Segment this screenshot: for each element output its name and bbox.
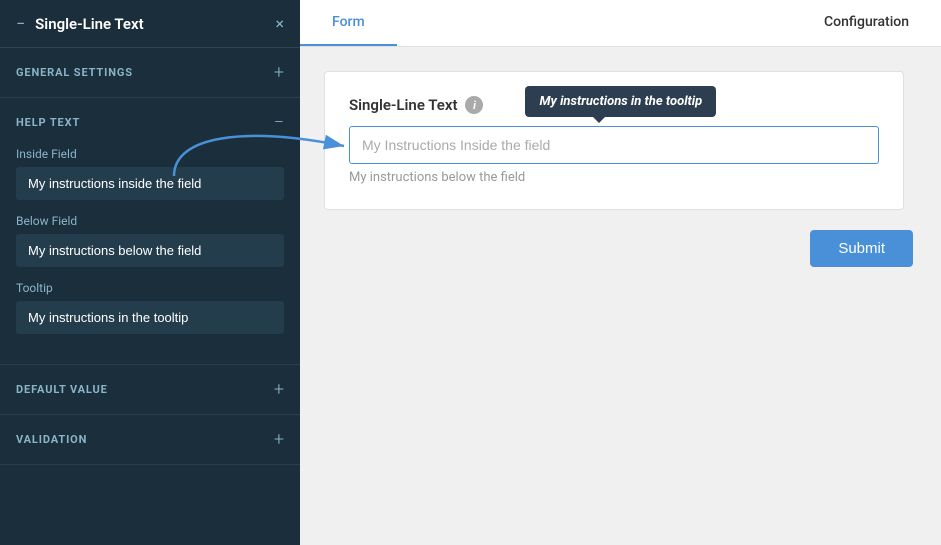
general-settings-section[interactable]: General Settings + bbox=[0, 48, 300, 98]
collapse-icon[interactable]: − bbox=[16, 14, 25, 33]
tooltip-input[interactable] bbox=[16, 301, 284, 334]
tooltip-popup: My instructions in the tooltip bbox=[525, 86, 716, 117]
info-icon[interactable]: i My instructions in the tooltip bbox=[465, 96, 483, 114]
main-content: Form Configuration Single-Line Text i My… bbox=[300, 0, 941, 545]
arrow-svg bbox=[164, 116, 364, 186]
sidebar-header-left: − Single-Line Text bbox=[16, 14, 144, 33]
close-icon[interactable]: × bbox=[275, 14, 284, 33]
sidebar-title: Single-Line Text bbox=[35, 15, 143, 33]
field-title: Single-Line Text bbox=[349, 96, 457, 114]
default-value-section[interactable]: Default Value + bbox=[0, 365, 300, 415]
tooltip-group: Tooltip bbox=[16, 281, 284, 334]
tab-configuration[interactable]: Configuration bbox=[792, 0, 941, 46]
sidebar: − Single-Line Text × General Settings + … bbox=[0, 0, 300, 545]
validation-toggle[interactable]: + bbox=[274, 429, 284, 450]
submit-btn-row: Submit bbox=[324, 230, 917, 267]
below-field-input[interactable] bbox=[16, 234, 284, 267]
general-settings-toggle[interactable]: + bbox=[274, 62, 284, 83]
below-field-text: My instructions below the field bbox=[349, 170, 879, 185]
submit-button[interactable]: Submit bbox=[810, 230, 913, 267]
tab-form[interactable]: Form bbox=[300, 0, 397, 46]
validation-section[interactable]: Validation + bbox=[0, 415, 300, 465]
default-value-label: Default Value bbox=[16, 383, 108, 396]
field-title-row: Single-Line Text i My instructions in th… bbox=[349, 96, 879, 114]
help-text-label: Help Text bbox=[16, 116, 80, 129]
default-value-toggle[interactable]: + bbox=[274, 379, 284, 400]
sidebar-header: − Single-Line Text × bbox=[0, 0, 300, 48]
form-input-wrapper bbox=[349, 126, 879, 164]
general-settings-label: General Settings bbox=[16, 66, 133, 79]
below-field-group: Below Field bbox=[16, 214, 284, 267]
tooltip-label: Tooltip bbox=[16, 281, 284, 295]
form-card: Single-Line Text i My instructions in th… bbox=[324, 71, 904, 210]
tab-spacer bbox=[397, 0, 792, 46]
arrow-area: My instructions below the field bbox=[349, 126, 879, 185]
form-text-input[interactable] bbox=[350, 127, 878, 163]
form-area: Single-Line Text i My instructions in th… bbox=[300, 47, 941, 545]
validation-label: Validation bbox=[16, 433, 87, 446]
below-field-label: Below Field bbox=[16, 214, 284, 228]
tabs-bar: Form Configuration bbox=[300, 0, 941, 47]
